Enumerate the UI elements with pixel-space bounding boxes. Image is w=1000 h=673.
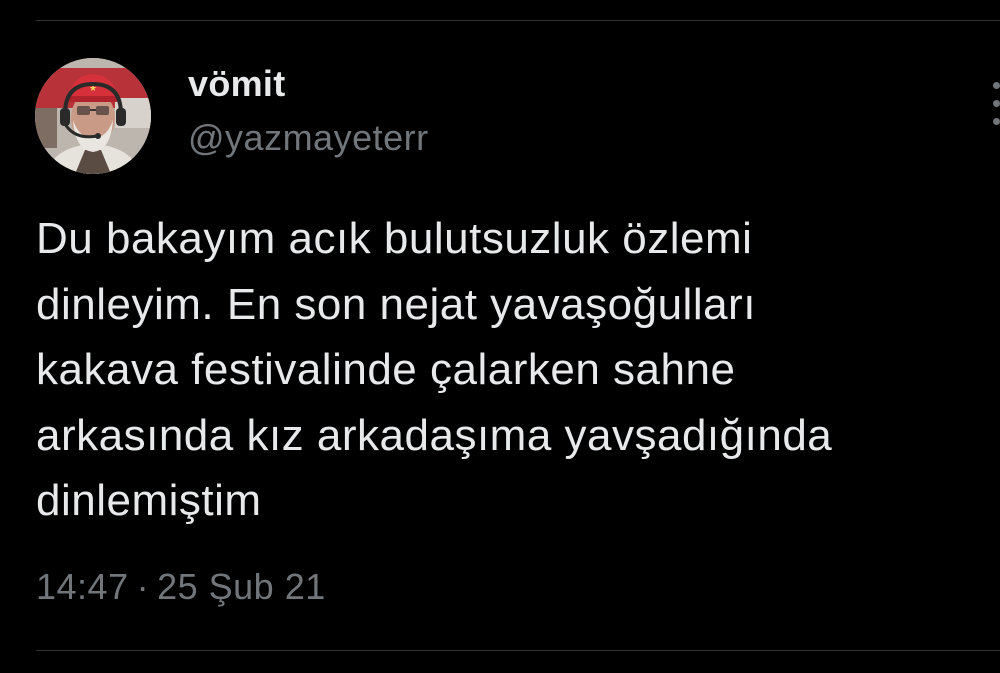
more-dot [993, 100, 1000, 107]
more-dots-icon[interactable] [986, 82, 1000, 126]
bottom-divider [36, 650, 1000, 651]
tweet-text-line: dinlemiştim [36, 476, 262, 525]
tweet-text-line: kakava festivalinde çalarken sahne [36, 345, 736, 394]
top-divider [36, 20, 1000, 21]
avatar-image: ★ [35, 58, 151, 174]
author-handle[interactable]: @yazmayeterr [188, 118, 429, 158]
avatar[interactable]: ★ [35, 58, 151, 174]
tweet-timestamp[interactable]: 14:47 · 25 Şub 21 [36, 567, 326, 607]
author-display-name[interactable]: vömit [188, 64, 286, 104]
meta-separator: · [136, 566, 150, 607]
tweet-text-line: dinleyim. En son nejat yavaşoğulları [36, 279, 756, 329]
tweet-text: Du bakayım acık bulutsuzluk özlemi dinle… [36, 206, 986, 534]
tweet-text-line: Du bakayım acık bulutsuzluk özlemi [36, 214, 753, 263]
tweet-date: 25 Şub 21 [157, 566, 326, 607]
tweet-time: 14:47 [36, 566, 129, 607]
tweet-text-line: arkasında kız arkadaşıma yavşadığında [36, 410, 833, 460]
more-dot [993, 82, 1000, 89]
more-dot [993, 118, 1000, 125]
